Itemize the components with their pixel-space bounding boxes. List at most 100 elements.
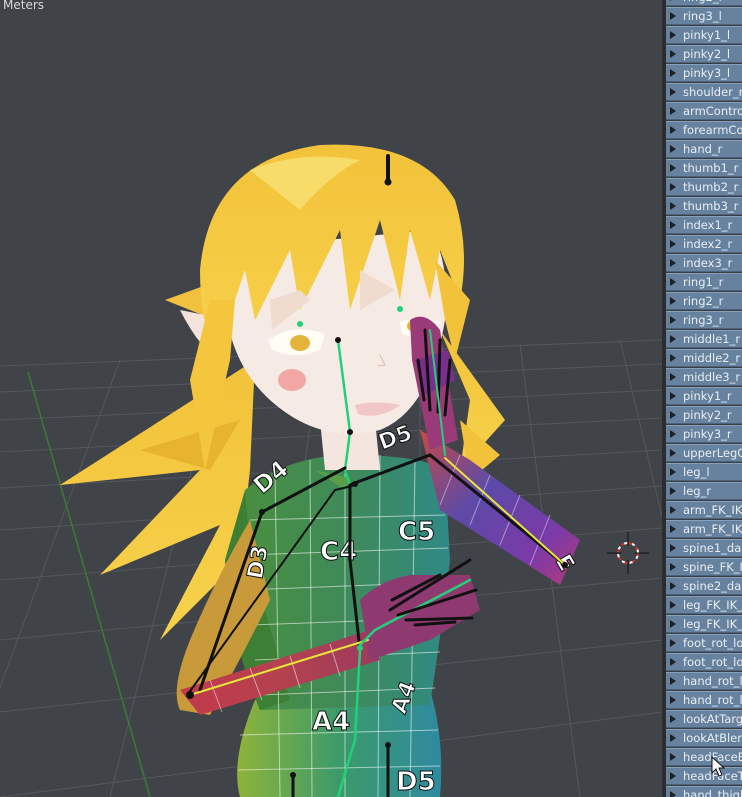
bone-row[interactable]: thumb3_r: [666, 197, 742, 215]
expand-triangle-icon[interactable]: [670, 715, 676, 723]
expand-triangle-icon[interactable]: [670, 677, 676, 685]
expand-triangle-icon[interactable]: [670, 772, 676, 780]
bone-row[interactable]: forearmControl_r: [666, 121, 742, 139]
bone-row[interactable]: lookAtTarget: [666, 710, 742, 728]
bone-row[interactable]: leg_r: [666, 482, 742, 500]
bone-row[interactable]: middle3_r: [666, 368, 742, 386]
expand-triangle-icon[interactable]: [670, 126, 676, 134]
bone-row[interactable]: pinky1_l: [666, 26, 742, 44]
bone-name: leg_r: [683, 484, 712, 498]
bone-row[interactable]: pinky1_r: [666, 387, 742, 405]
expand-triangle-icon[interactable]: [670, 544, 676, 552]
bone-row[interactable]: headFaceBlend: [666, 748, 742, 766]
expand-triangle-icon[interactable]: [670, 487, 676, 495]
bone-row[interactable]: ring1_r: [666, 273, 742, 291]
expand-triangle-icon[interactable]: [670, 734, 676, 742]
expand-triangle-icon[interactable]: [670, 658, 676, 666]
bone-list-panel[interactable]: ring2_l ring3_l pinky1_l pinky2_l pinky3_lsh…: [662, 0, 742, 797]
uv-label-a4: A4: [312, 707, 350, 737]
expand-triangle-icon[interactable]: [670, 753, 676, 761]
expand-triangle-icon[interactable]: [670, 373, 676, 381]
expand-triangle-icon[interactable]: [670, 31, 676, 39]
bone-row[interactable]: index1_r: [666, 216, 742, 234]
expand-triangle-icon[interactable]: [670, 791, 676, 797]
expand-triangle-icon[interactable]: [670, 316, 676, 324]
expand-triangle-icon[interactable]: [670, 354, 676, 362]
bone-row[interactable]: leg_FK_IK_r: [666, 615, 742, 633]
bone-row[interactable]: upperLegControl: [666, 444, 742, 462]
bone-row[interactable]: headFaceTarget: [666, 767, 742, 785]
expand-triangle-icon[interactable]: [670, 297, 676, 305]
bone-row[interactable]: shoulder_r: [666, 83, 742, 101]
bone-row[interactable]: pinky2_r: [666, 406, 742, 424]
expand-triangle-icon[interactable]: [670, 88, 676, 96]
bone-row[interactable]: index2_r: [666, 235, 742, 253]
scene-canvas[interactable]: D4 D5 D3 C4 C5 A4 A4 D5 E: [0, 0, 662, 797]
expand-triangle-icon[interactable]: [670, 0, 676, 1]
bone-row[interactable]: ring2_l: [666, 0, 742, 6]
expand-triangle-icon[interactable]: [670, 202, 676, 210]
bone-row[interactable]: thumb2_r: [666, 178, 742, 196]
bone-row[interactable]: foot_rot_lock_r: [666, 653, 742, 671]
expand-triangle-icon[interactable]: [670, 278, 676, 286]
expand-triangle-icon[interactable]: [670, 107, 676, 115]
bone-row[interactable]: arm_FK_IK_l: [666, 501, 742, 519]
bone-row[interactable]: spine2_dampen: [666, 577, 742, 595]
bone-name: middle1_r: [683, 332, 741, 346]
expand-triangle-icon[interactable]: [670, 12, 676, 20]
expand-triangle-icon[interactable]: [670, 50, 676, 58]
expand-triangle-icon[interactable]: [670, 582, 676, 590]
bone-row[interactable]: ring2_r: [666, 292, 742, 310]
bone-row[interactable]: thumb1_r: [666, 159, 742, 177]
expand-triangle-icon[interactable]: [670, 69, 676, 77]
bone-row[interactable]: armControl_r: [666, 102, 742, 120]
expand-triangle-icon[interactable]: [670, 221, 676, 229]
bone-row[interactable]: pinky3_r: [666, 425, 742, 443]
bone-name: leg_FK_IK_r: [683, 617, 742, 631]
expand-triangle-icon[interactable]: [670, 468, 676, 476]
bone-row[interactable]: middle1_r: [666, 330, 742, 348]
bone-name: pinky3_l: [683, 66, 731, 80]
expand-triangle-icon[interactable]: [670, 240, 676, 248]
expand-triangle-icon[interactable]: [670, 259, 676, 267]
bone-row[interactable]: hand_rot_lock_r: [666, 691, 742, 709]
expand-triangle-icon[interactable]: [670, 392, 676, 400]
3d-viewport[interactable]: D4 D5 D3 C4 C5 A4 A4 D5 E: [0, 0, 662, 797]
bone-name: foot_rot_lock_r: [683, 655, 742, 669]
expand-triangle-icon[interactable]: [670, 620, 676, 628]
expand-triangle-icon[interactable]: [670, 563, 676, 571]
bone-row[interactable]: index3_r: [666, 254, 742, 272]
bone-list[interactable]: ring2_l ring3_l pinky1_l pinky2_l pinky3_lsh…: [666, 0, 742, 797]
expand-triangle-icon[interactable]: [670, 145, 676, 153]
bone-row[interactable]: foot_rot_lock_l: [666, 634, 742, 652]
expand-triangle-icon[interactable]: [670, 183, 676, 191]
bone-name: middle2_r: [683, 351, 741, 365]
expand-triangle-icon[interactable]: [670, 525, 676, 533]
bone-row[interactable]: lookAtBlend: [666, 729, 742, 747]
bone-row[interactable]: leg_FK_IK_l: [666, 596, 742, 614]
expand-triangle-icon[interactable]: [670, 449, 676, 457]
bone-row[interactable]: leg_l: [666, 463, 742, 481]
bone-row[interactable]: pinky2_l: [666, 45, 742, 63]
bone-row[interactable]: hand_r: [666, 140, 742, 158]
expand-triangle-icon[interactable]: [670, 411, 676, 419]
3d-cursor-icon[interactable]: [607, 532, 649, 574]
expand-triangle-icon[interactable]: [670, 506, 676, 514]
expand-triangle-icon[interactable]: [670, 601, 676, 609]
bone-row[interactable]: pinky3_l: [666, 64, 742, 82]
expand-triangle-icon[interactable]: [670, 430, 676, 438]
bone-row[interactable]: middle2_r: [666, 349, 742, 367]
bone-row[interactable]: arm_FK_IK_r: [666, 520, 742, 538]
bone-row[interactable]: spine_FK_IK: [666, 558, 742, 576]
expand-triangle-icon[interactable]: [670, 639, 676, 647]
mouse-pointer-icon: [711, 756, 725, 777]
bone-row[interactable]: ring3_r: [666, 311, 742, 329]
bone-name: shoulder_r: [683, 85, 742, 99]
expand-triangle-icon[interactable]: [670, 335, 676, 343]
expand-triangle-icon[interactable]: [670, 696, 676, 704]
bone-row[interactable]: ring3_l: [666, 7, 742, 25]
bone-row[interactable]: hand_thigh: [666, 786, 742, 797]
bone-row[interactable]: hand_rot_lock_l: [666, 672, 742, 690]
expand-triangle-icon[interactable]: [670, 164, 676, 172]
bone-row[interactable]: spine1_dampen: [666, 539, 742, 557]
